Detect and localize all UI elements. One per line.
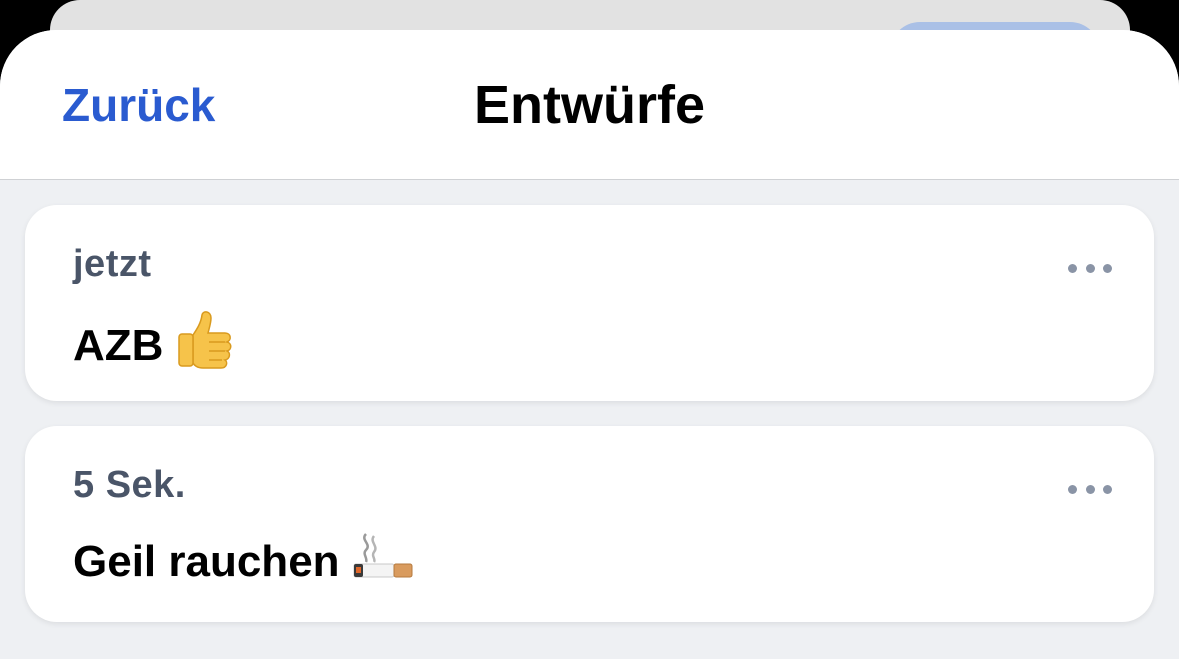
navigation-bar: Zurück Entwürfe: [0, 30, 1179, 180]
draft-text-label: AZB: [73, 320, 164, 370]
draft-text: AZB: [73, 309, 235, 382]
dot-icon: [1068, 484, 1077, 494]
draft-text-label: Geil rauchen: [73, 536, 340, 586]
drafts-sheet: Zurück Entwürfe jetzt AZB 5 Sek. Geil ra…: [0, 30, 1179, 659]
draft-item[interactable]: 5 Sek. Geil rauchen: [25, 426, 1154, 622]
dot-icon: [1103, 484, 1112, 494]
dot-icon: [1085, 263, 1095, 273]
draft-timestamp: jetzt: [73, 243, 152, 285]
dot-icon: [1103, 263, 1112, 273]
draft-timestamp: 5 Sek.: [73, 464, 186, 506]
more-options-button[interactable]: [1068, 253, 1112, 283]
draft-text: Geil rauchen: [73, 530, 414, 593]
thumbs-up-icon: [175, 309, 235, 382]
dot-icon: [1085, 484, 1095, 494]
cigarette-icon: [352, 530, 414, 593]
more-options-button[interactable]: [1068, 474, 1112, 504]
draft-item[interactable]: jetzt AZB: [25, 205, 1154, 401]
dot-icon: [1068, 263, 1077, 273]
page-title: Entwürfe: [473, 75, 705, 135]
